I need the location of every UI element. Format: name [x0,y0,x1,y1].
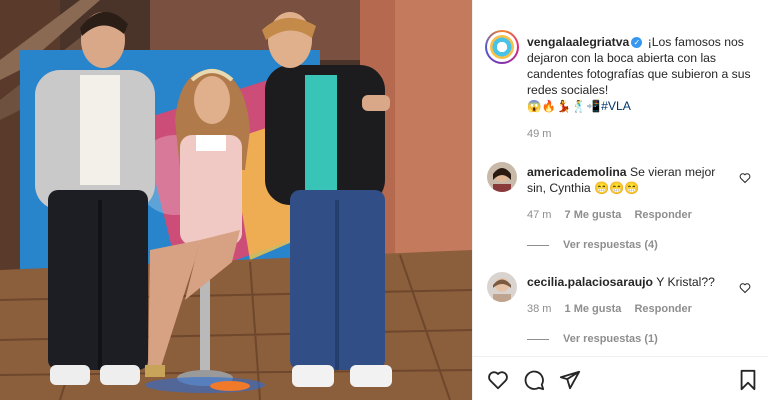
view-replies-button[interactable]: Ver respuestas (1) [527,333,658,345]
replies-divider [527,338,549,340]
post-actions-bar [473,356,768,400]
channel-logo [490,35,514,59]
commenter-username[interactable]: cecilia.palaciosaraujo [527,275,653,289]
comment-text-block: cecilia.palaciosaraujo Y Kristal?? [527,274,737,290]
comment-time: 47 m [527,209,552,221]
share-icon[interactable] [559,369,581,391]
post-photo-image [0,0,472,400]
caption-emojis: 😱🔥💃🕺📲 [527,101,602,113]
bookmark-icon[interactable] [737,369,759,391]
replies-divider [527,244,549,246]
commenter-avatar-image [487,272,517,302]
author-avatar[interactable] [485,30,519,64]
view-replies-label: Ver respuestas (4) [563,239,658,251]
post-time[interactable]: 49 m [527,128,551,140]
author-username[interactable]: vengalaalegriatva [527,35,629,49]
comment-icon[interactable] [523,369,545,391]
view-replies-label: Ver respuestas (1) [563,333,658,345]
comment-like-heart-icon[interactable] [739,172,751,184]
comment-likes[interactable]: 7 Me gusta [565,209,622,221]
hashtag-link[interactable]: #VLA [601,99,631,113]
caption-body: vengalaalegriatva ✓ ¡Los famosos nos deja… [527,34,767,115]
comment-meta: 47 m 7 Me gusta Responder [527,209,702,221]
commenter-avatar[interactable] [487,272,517,302]
view-replies-button[interactable]: Ver respuestas (4) [527,239,658,251]
comment-meta: 38 m 1 Me gusta Responder [527,303,702,315]
comment-like-heart-icon[interactable] [739,282,751,294]
comment-reply-button[interactable]: Responder [634,209,691,221]
comment-text-block: americademolina Se vieran mejor sin, Cyn… [527,164,737,196]
comment-text: Y Kristal?? [656,275,715,289]
comment-likes[interactable]: 1 Me gusta [565,303,622,315]
post-photo[interactable] [0,0,472,400]
post-side-panel: vengalaalegriatva ✓ ¡Los famosos nos deja… [472,0,768,400]
comment-time: 38 m [527,303,552,315]
comment-reply-button[interactable]: Responder [634,303,691,315]
commenter-username[interactable]: americademolina [527,165,627,179]
verified-badge-icon: ✓ [631,37,643,49]
commenter-avatar-image [487,162,517,192]
commenter-avatar[interactable] [487,162,517,192]
heart-icon[interactable] [487,369,509,391]
